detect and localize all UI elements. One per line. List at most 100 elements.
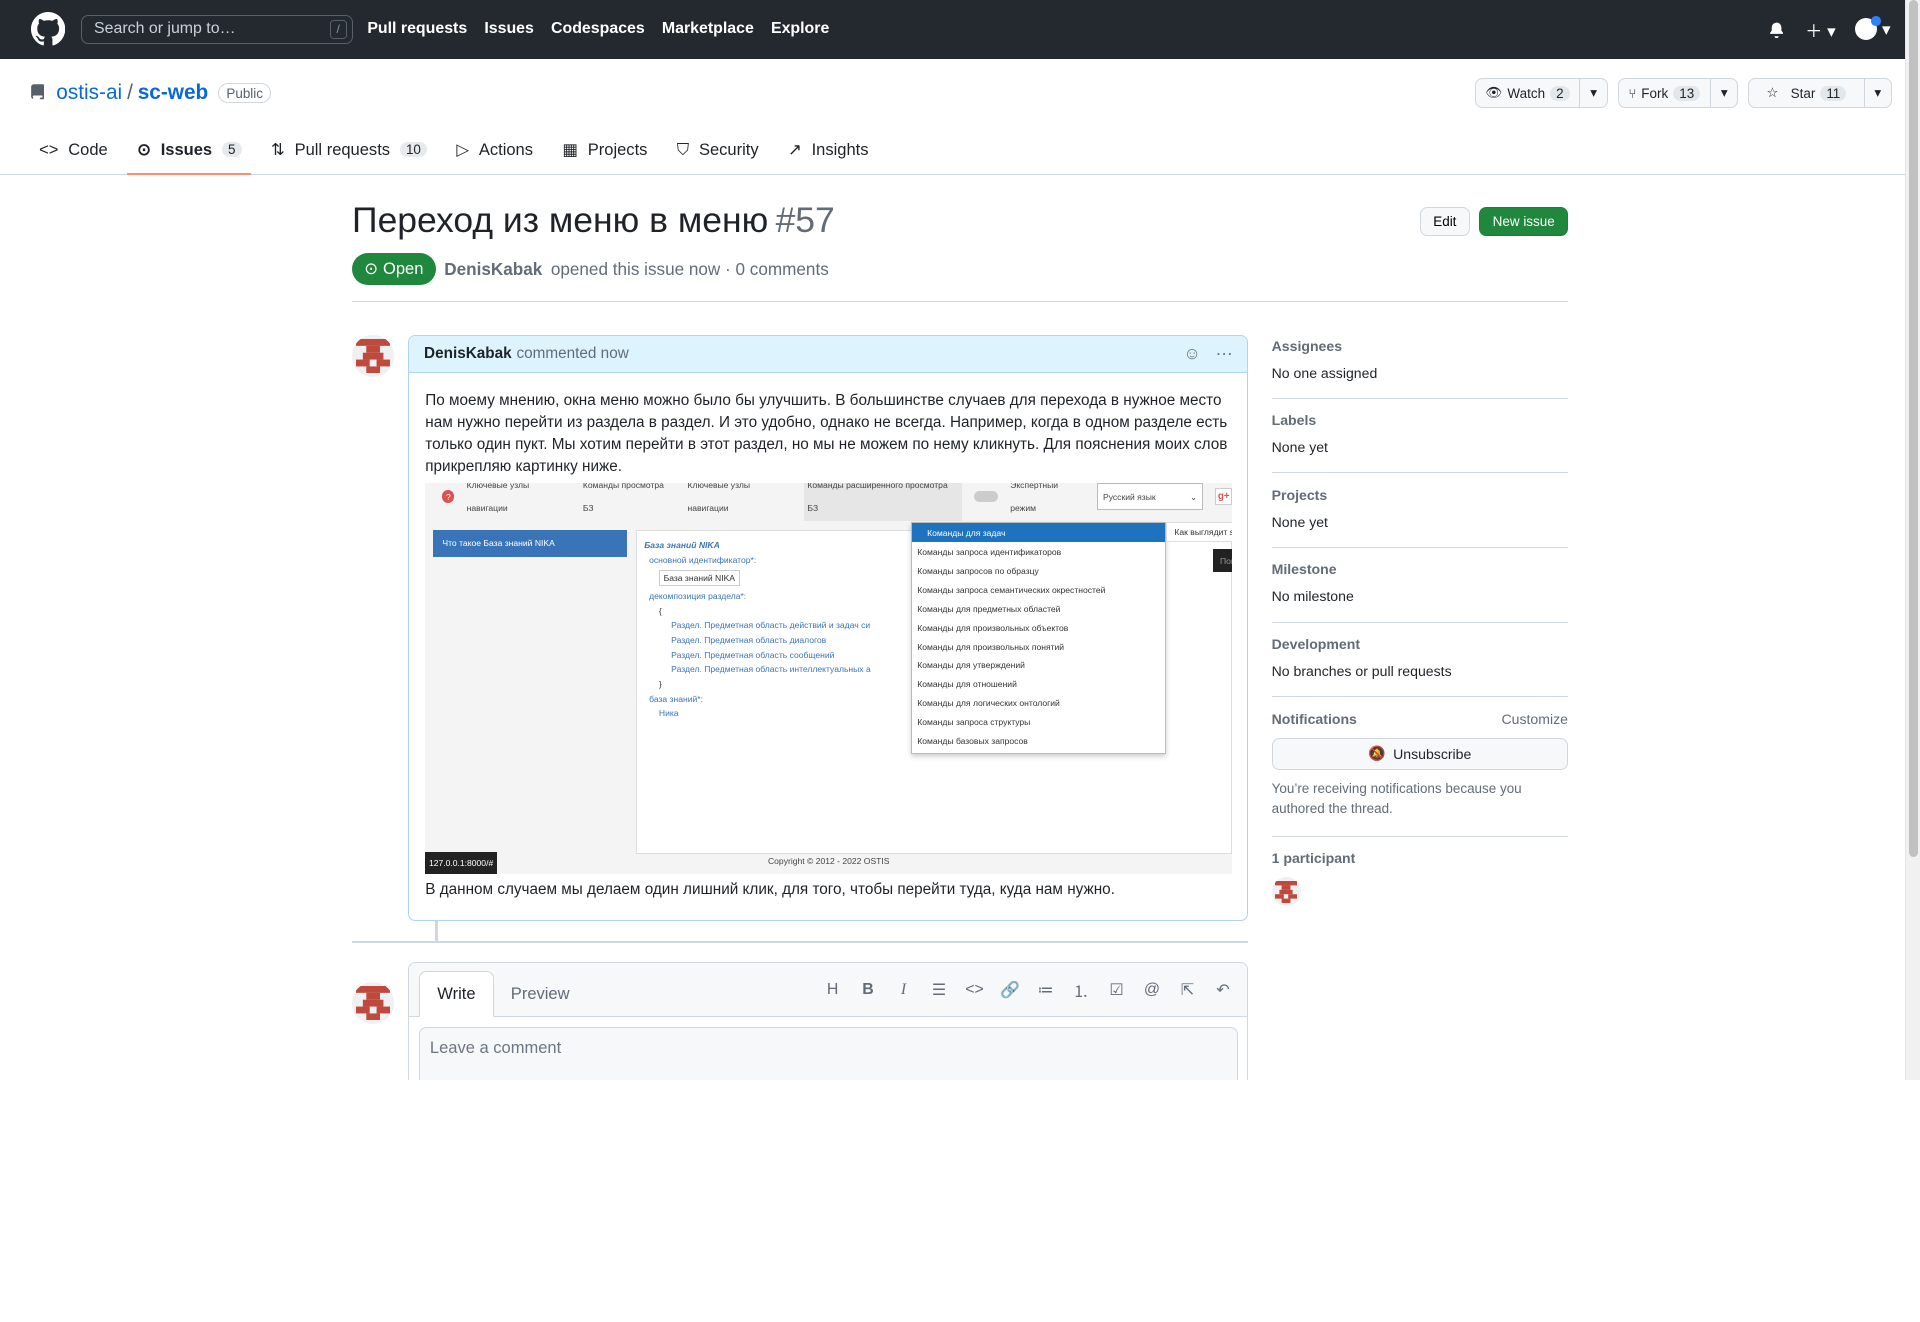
customize-link[interactable]: Customize [1501, 711, 1568, 727]
issue-layout: DenisKabak commented now ☺ ··· По моему … [352, 335, 1568, 1080]
mention-icon[interactable]: @ [1142, 981, 1162, 999]
star-caret-icon[interactable]: ▾ [1865, 79, 1891, 106]
watch-count: 2 [1549, 85, 1570, 101]
screenshot-status-url: 127.0.0.1:8000/# [425, 851, 497, 874]
screenshot-kb-line: База знаний NIKA [658, 569, 740, 587]
tab-security[interactable]: ⛉ Security [667, 130, 768, 174]
notification-dot [1871, 15, 1881, 26]
tab-actions[interactable]: ▷ Actions [447, 130, 543, 174]
comment-paragraph: В данном случаем мы делаем один лишний к… [425, 880, 1115, 898]
issue-meta: ⊙ Open DenisKabak opened this issue now … [352, 252, 1568, 286]
search-placeholder: Search or jump to… [94, 20, 236, 38]
issue-opened-icon: ⊙ [137, 139, 151, 159]
milestone-heading: Milestone [1271, 561, 1337, 578]
link-icon[interactable]: 🔗 [1000, 980, 1020, 1000]
search-shortcut-hint: / [329, 19, 347, 40]
scrollbar-thumb[interactable] [1908, 0, 1918, 858]
tab-code[interactable]: <> Code [29, 130, 117, 174]
edit-button[interactable]: Edit [1420, 207, 1470, 237]
screenshot-menu-item: Команды базовых запросов [917, 736, 1028, 747]
tab-pull-requests[interactable]: ⇅ Pull requests 10 [261, 130, 437, 174]
issue-author-link[interactable]: DenisKabak [444, 259, 542, 280]
fork-caret-icon[interactable]: ▾ [1711, 79, 1737, 106]
labels-heading: Labels [1271, 412, 1317, 429]
repo-path-separator: / [127, 81, 133, 105]
comment-avatar[interactable] [352, 335, 394, 377]
global-search-input[interactable]: Search or jump to… / [80, 14, 353, 45]
repo-actions: 👁 Watch 2 ▾ ⑂ Fork 13 ▾ ☆ Star 11 ▾ [1474, 78, 1892, 108]
nav-explore[interactable]: Explore [771, 20, 829, 38]
visibility-badge: Public [218, 83, 272, 103]
attached-screenshot[interactable]: ? Ключевые узлы навигации Команды просмо… [425, 483, 1233, 874]
fork-button[interactable]: ⑂ Fork 13 [1619, 79, 1712, 107]
fork-label: Fork [1641, 85, 1669, 101]
page: Search or jump to… / Pull requests Issue… [0, 0, 1920, 1080]
preview-tab[interactable]: Preview [494, 972, 587, 1016]
bell-icon[interactable] [1768, 21, 1785, 38]
timeline: DenisKabak commented now ☺ ··· По моему … [352, 335, 1249, 1080]
screenshot-menu-item: Команды для задач [912, 523, 1166, 543]
labels-value: None yet [1271, 439, 1328, 456]
sidebar-participants: 1 participant [1271, 837, 1568, 924]
tab-insights-label: Insights [811, 139, 869, 159]
status-badge-label: Open [383, 259, 424, 279]
watch-caret-icon[interactable]: ▾ [1580, 79, 1606, 106]
fork-icon: ⑂ [1628, 85, 1637, 101]
comment-body: По моему мнению, окна меню можно было бы… [409, 373, 1247, 920]
github-logo-icon[interactable] [29, 11, 66, 48]
star-button[interactable]: ☆ Star 11 [1749, 79, 1865, 107]
heading-icon[interactable]: H [823, 981, 843, 999]
comment-header: DenisKabak commented now ☺ ··· [409, 336, 1248, 373]
repo-header: ostis-ai / sc-web Public 👁 Watch 2 ▾ ⑂ F… [0, 59, 1920, 176]
sidebar-milestone[interactable]: Milestone No milestone [1271, 548, 1568, 623]
nav-pull-requests[interactable]: Pull requests [367, 20, 467, 38]
assignees-heading: Assignees [1271, 337, 1343, 354]
repo-owner-link[interactable]: ostis-ai [56, 81, 122, 105]
sidebar-labels[interactable]: Labels None yet [1271, 399, 1568, 474]
participant-avatar[interactable] [1271, 877, 1301, 907]
sidebar-assignees[interactable]: Assignees No one assigned [1271, 335, 1568, 399]
unsubscribe-button[interactable]: 🔕 Unsubscribe [1271, 737, 1568, 770]
cross-reference-icon[interactable]: ⇱ [1178, 980, 1198, 1000]
tab-insights[interactable]: ↗ Insights [778, 130, 878, 174]
repo-name-link[interactable]: sc-web [138, 81, 209, 105]
screenshot-menu-item: Команды для логических онтологий [917, 698, 1060, 709]
screenshot-nav-item: Команды просмотра БЗ [582, 483, 664, 513]
unsubscribe-label: Unsubscribe [1393, 745, 1472, 762]
ordered-list-icon[interactable]: ⒈ [1071, 979, 1091, 1002]
title-divider [352, 301, 1568, 302]
bold-icon[interactable]: B [858, 981, 878, 999]
quote-icon[interactable]: ☰ [929, 980, 949, 1000]
tab-projects-label: Projects [587, 139, 648, 159]
kebab-horizontal-icon[interactable]: ··· [1216, 343, 1233, 364]
task-list-icon[interactable]: ☑ [1107, 980, 1127, 1000]
tab-projects[interactable]: ▦ Projects [553, 130, 658, 174]
issue-meta-text: opened this issue now · 0 comments [550, 258, 829, 279]
header-right-actions: ＋ ▾ ▾ [1768, 15, 1891, 42]
watch-button[interactable]: 👁 Watch 2 [1476, 79, 1581, 107]
sidebar-projects[interactable]: Projects None yet [1271, 473, 1568, 548]
development-heading: Development [1271, 636, 1361, 653]
unordered-list-icon[interactable]: ≔ [1036, 980, 1056, 1000]
nav-marketplace[interactable]: Marketplace [662, 20, 754, 38]
nav-codespaces[interactable]: Codespaces [551, 20, 645, 38]
screenshot-topbar: ? Ключевые узлы навигации Команды просмо… [425, 483, 1233, 522]
tab-issues[interactable]: ⊙ Issues 5 [127, 130, 252, 176]
comment-textarea[interactable]: Leave a comment [419, 1027, 1238, 1080]
nav-issues[interactable]: Issues [484, 20, 534, 38]
smiley-icon[interactable]: ☺ [1183, 343, 1201, 364]
sidebar-notifications: Notifications Customize 🔕 Unsubscribe Yo… [1271, 697, 1568, 837]
reply-icon[interactable]: ↶ [1213, 980, 1233, 1000]
screenshot-menu-item: Команды для произвольных объектов [917, 622, 1069, 633]
screenshot-nav-item: Ключевые узлы навигации [466, 483, 530, 513]
sidebar-development[interactable]: Development No branches or pull requests [1271, 623, 1568, 698]
italic-icon[interactable]: I [894, 981, 914, 999]
comment-author-link[interactable]: DenisKabak [424, 345, 512, 363]
page-scrollbar[interactable] [1905, 0, 1920, 1080]
write-tab[interactable]: Write [419, 970, 494, 1018]
new-issue-button[interactable]: New issue [1479, 207, 1568, 237]
code-icon[interactable]: <> [965, 981, 985, 999]
user-avatar-menu[interactable]: ▾ [1855, 15, 1891, 41]
create-new-plus-icon[interactable]: ＋ ▾ [1805, 17, 1835, 42]
watch-button-group: 👁 Watch 2 ▾ [1474, 78, 1608, 108]
